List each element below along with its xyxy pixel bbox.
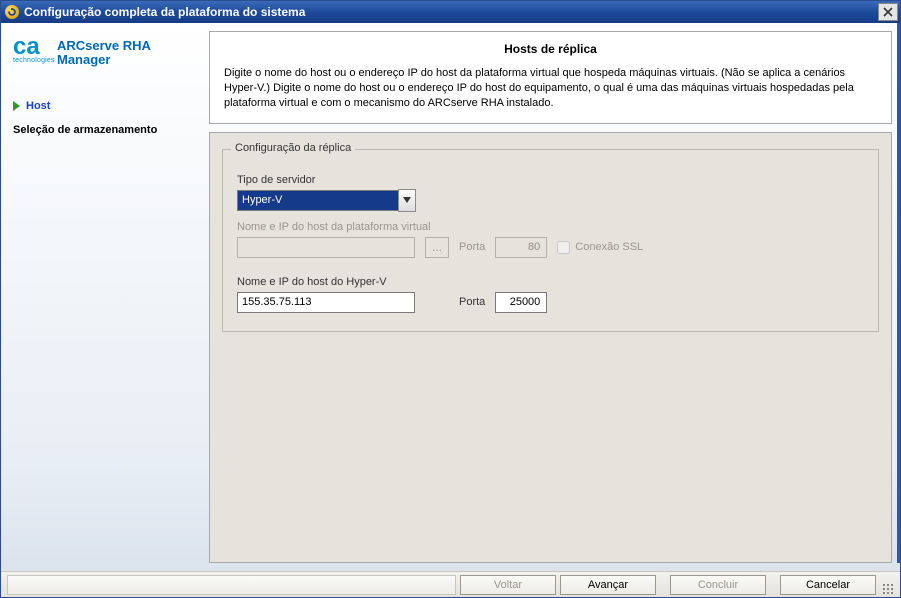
sidebar-item-label: Seleção de armazenamento [13,124,157,136]
next-button[interactable]: Avançar [560,575,656,595]
server-type-select[interactable]: Hyper-V [237,190,415,211]
vp-port-label: Porta [459,241,485,253]
close-button[interactable] [878,3,898,21]
back-button: Voltar [460,575,556,595]
server-type-label: Tipo de servidor [237,174,864,186]
header-box: Hosts de réplica Digite o nome do host o… [209,31,892,124]
chevron-right-icon [13,101,20,111]
hv-port-input[interactable] [495,292,547,313]
body-area: ca technologies ARCserve RHA Manager Hos… [1,23,900,571]
titlebar[interactable]: Configuração completa da plataforma do s… [1,1,900,23]
page-description: Digite o nome do host ou o endereço IP d… [224,66,877,111]
finish-button: Concluir [670,575,766,595]
vp-host-browse-button: ... [425,237,449,258]
hv-host-label: Nome e IP do host do Hyper-V [237,276,864,288]
vp-host-label: Nome e IP do host da plataforma virtual [237,221,864,233]
sidebar: ca technologies ARCserve RHA Manager Hos… [1,23,209,571]
window-title: Configuração completa da plataforma do s… [24,5,878,19]
wizard-footer: Voltar Avançar Concluir Cancelar [1,571,900,597]
brand-line1: ARCserve RHA [57,39,151,53]
sidebar-item-label: Host [26,100,50,112]
hv-host-input[interactable] [237,292,415,313]
resize-grip-icon[interactable] [880,575,894,595]
ca-logo-icon: ca technologies [13,37,51,69]
ssl-checkbox-wrap: Conexão SSL [557,241,643,254]
form-area: Configuração da réplica Tipo de servidor… [209,132,892,563]
vp-port-input [495,237,547,258]
app-icon [5,5,19,19]
logo: ca technologies ARCserve RHA Manager [13,37,199,69]
ssl-checkbox [557,241,570,254]
page-title: Hosts de réplica [224,42,877,56]
close-icon [883,7,893,17]
brand-line2: Manager [57,53,151,67]
cancel-button[interactable]: Cancelar [780,575,876,595]
sidebar-item-host[interactable]: Host [13,97,199,115]
vp-host-input [237,237,415,258]
hv-port-label: Porta [459,296,485,308]
right-edge [897,23,900,563]
wizard-window: Configuração completa da plataforma do s… [0,0,901,598]
main-panel: Hosts de réplica Digite o nome do host o… [209,23,900,571]
footer-spacer [7,575,456,595]
chevron-down-icon[interactable] [398,189,416,212]
replica-config-fieldset: Configuração da réplica Tipo de servidor… [222,149,879,332]
sidebar-item-storage[interactable]: Seleção de armazenamento [13,121,199,139]
fieldset-legend: Configuração da réplica [231,142,355,154]
ssl-checkbox-label: Conexão SSL [575,241,643,253]
server-type-value: Hyper-V [237,190,415,211]
